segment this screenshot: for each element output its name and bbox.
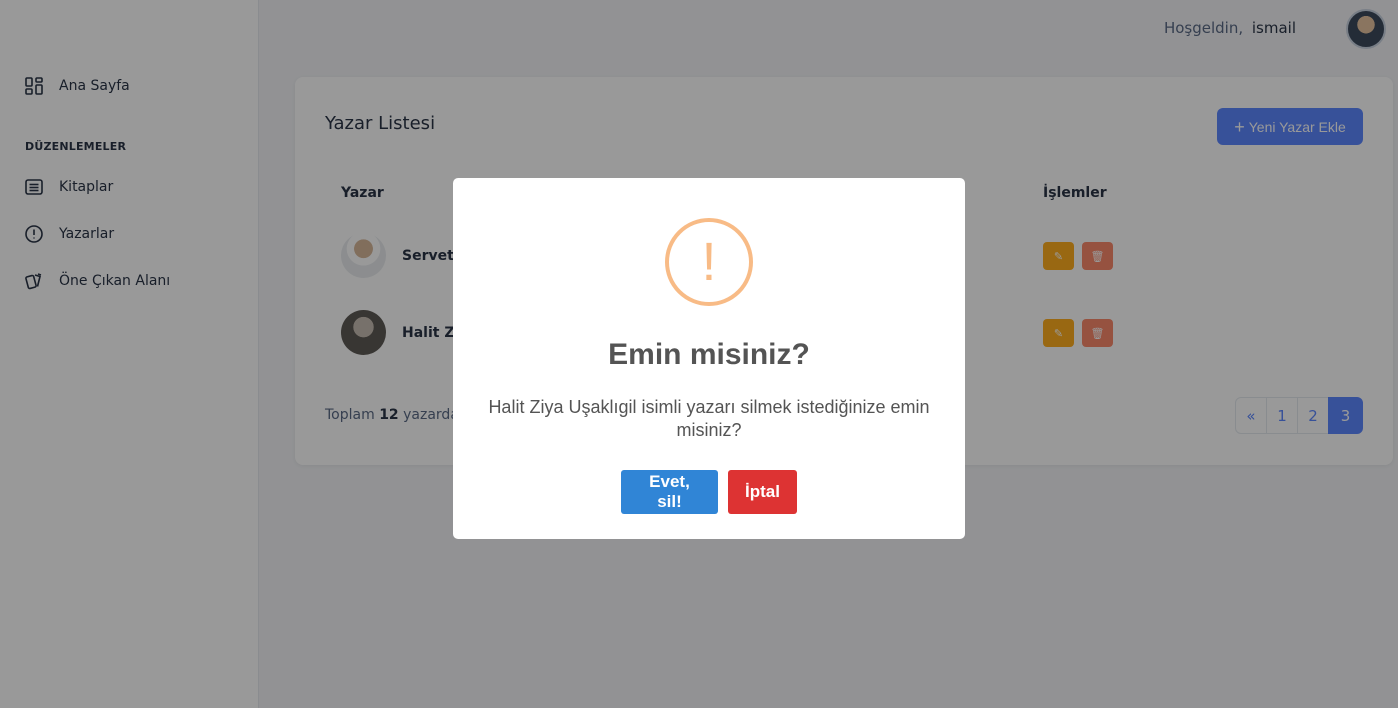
confirm-delete-button[interactable]: Evet, sil! xyxy=(621,470,718,514)
dialog-message: Halit Ziya Uşaklıgil isimli yazarı silme… xyxy=(488,397,930,440)
dialog-actions: Evet, sil! İptal xyxy=(453,470,965,514)
confirm-dialog: ! Emin misiniz? Halit Ziya Uşaklıgil isi… xyxy=(453,178,965,539)
dialog-title: Emin misiniz? xyxy=(608,338,810,371)
cancel-button[interactable]: İptal xyxy=(728,470,797,514)
warning-icon: ! xyxy=(665,218,753,306)
